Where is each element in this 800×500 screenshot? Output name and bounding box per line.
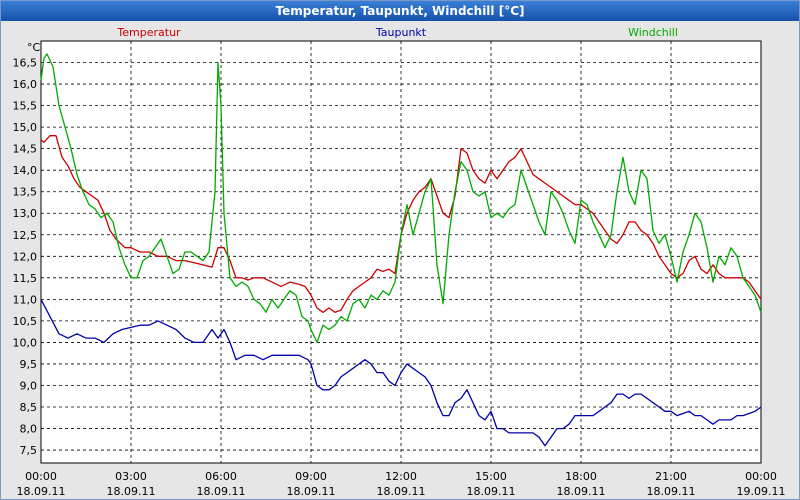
x-tick-time: 00:00	[25, 470, 57, 483]
x-tick-date: 18.09.11	[197, 485, 246, 498]
x-tick-time: 00:00	[745, 470, 777, 483]
x-tick-date: 18.09.11	[107, 485, 156, 498]
x-tick-time: 06:00	[205, 470, 237, 483]
x-tick-date: 18.09.11	[17, 485, 66, 498]
y-tick-label: 13,0	[13, 207, 38, 220]
legend-item-taupunkt: Taupunkt	[375, 26, 427, 39]
y-tick-label: 15,5	[13, 100, 38, 113]
y-axis: 7,5 8,0 8,5 9,0 9,5 10,0 10,5 11,0 11,5 12,0 12,5 1…	[13, 57, 38, 458]
y-tick-label: 15,0	[13, 121, 38, 134]
legend-item-temperatur: Temperatur	[116, 26, 181, 39]
x-tick-date: 18.09.11	[557, 485, 606, 498]
y-tick-label: 7,5	[20, 444, 38, 457]
y-tick-label: 8,0	[20, 423, 38, 436]
x-tick-date: 19.09.11	[737, 485, 786, 498]
y-tick-label: 14,0	[13, 164, 38, 177]
legend: Temperatur Taupunkt Windchill	[116, 26, 678, 39]
y-tick-label: 8,5	[20, 401, 38, 414]
y-tick-label: 14,5	[13, 143, 38, 156]
chart-window: Temperatur, Taupunkt, Windchill [°C] 7,5…	[0, 0, 800, 500]
y-tick-label: 9,5	[20, 358, 38, 371]
x-tick-date: 18.09.11	[467, 485, 516, 498]
x-tick-time: 09:00	[295, 470, 327, 483]
x-axis: 00:00 18.09.11 03:00 18.09.11 06:00 18.09.11 0…	[17, 470, 786, 498]
x-tick-time: 03:00	[115, 470, 147, 483]
y-tick-label: 11,0	[13, 293, 38, 306]
x-tick-time: 15:00	[475, 470, 507, 483]
x-tick-date: 18.09.11	[287, 485, 336, 498]
y-tick-label: 13,5	[13, 186, 38, 199]
y-tick-label: 12,0	[13, 250, 38, 263]
y-tick-label: 16,0	[13, 78, 38, 91]
y-tick-label: 9,0	[20, 379, 38, 392]
x-tick-time: 12:00	[385, 470, 417, 483]
x-tick-time: 18:00	[565, 470, 597, 483]
y-tick-label: 11,5	[13, 272, 38, 285]
x-tick-date: 18.09.11	[647, 485, 696, 498]
y-tick-label: 12,5	[13, 229, 38, 242]
legend-item-windchill: Windchill	[628, 26, 678, 39]
x-tick-date: 18.09.11	[377, 485, 426, 498]
y-tick-label: 10,0	[13, 336, 38, 349]
y-tick-label: 16,5	[13, 57, 38, 70]
chart: 7,5 8,0 8,5 9,0 9,5 10,0 10,5 11,0 11,5 12,0 12,5 1…	[13, 26, 786, 498]
x-tick-time: 21:00	[655, 470, 687, 483]
y-unit-label: °C	[27, 41, 41, 54]
y-tick-label: 10,5	[13, 315, 38, 328]
